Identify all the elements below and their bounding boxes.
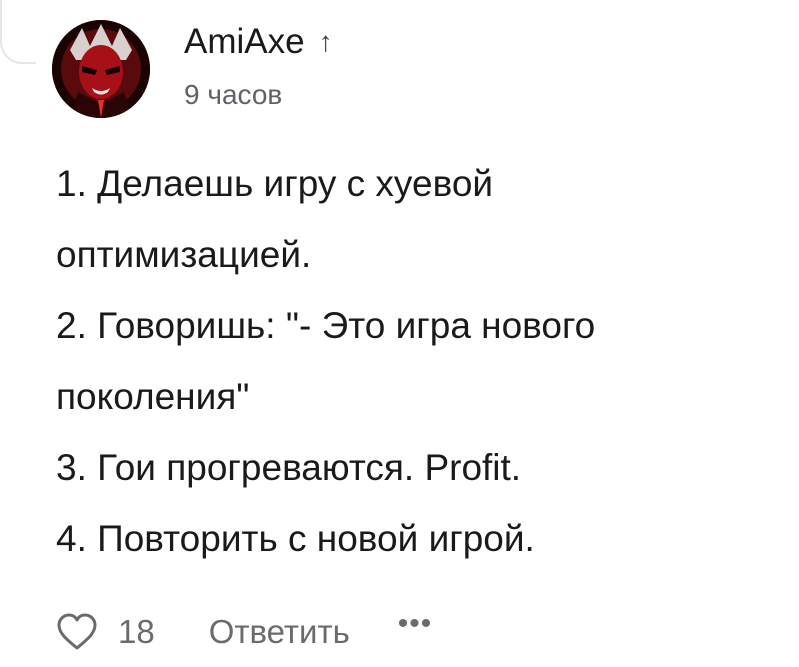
author-name[interactable]: AmiAxe (184, 22, 305, 62)
reply-button[interactable]: Ответить (209, 613, 350, 651)
likes-count: 18 (118, 613, 155, 650)
comment-line: 3. Гои прогреваются. Profit. (56, 447, 522, 488)
comment-line: 2. Говоришь: "- Это игра нового (56, 305, 596, 346)
comment-line: 4. Повторить с новой игрой. (56, 518, 535, 559)
comment-line: поколения" (56, 376, 250, 417)
arrow-up-icon: ↑ (318, 26, 333, 57)
comment-timestamp: 9 часов (184, 79, 283, 110)
avatar-image (52, 20, 150, 118)
heart-outline-icon (57, 613, 97, 650)
comment-line: 1. Делаешь игру с хуевой (56, 163, 494, 204)
avatar[interactable] (52, 20, 150, 118)
comment-line: оптимизацией. (56, 234, 312, 275)
thread-connector-line (0, 0, 36, 64)
more-options-icon[interactable]: ••• (398, 607, 433, 641)
comment-header: AmiAxe ↑ (184, 22, 333, 62)
comment-body: 1. Делаешь игру с хуевой оптимизацией. 2… (56, 148, 776, 574)
comment-actions: 18 Ответить ••• (56, 604, 432, 660)
like-button[interactable]: 18 (56, 612, 155, 652)
